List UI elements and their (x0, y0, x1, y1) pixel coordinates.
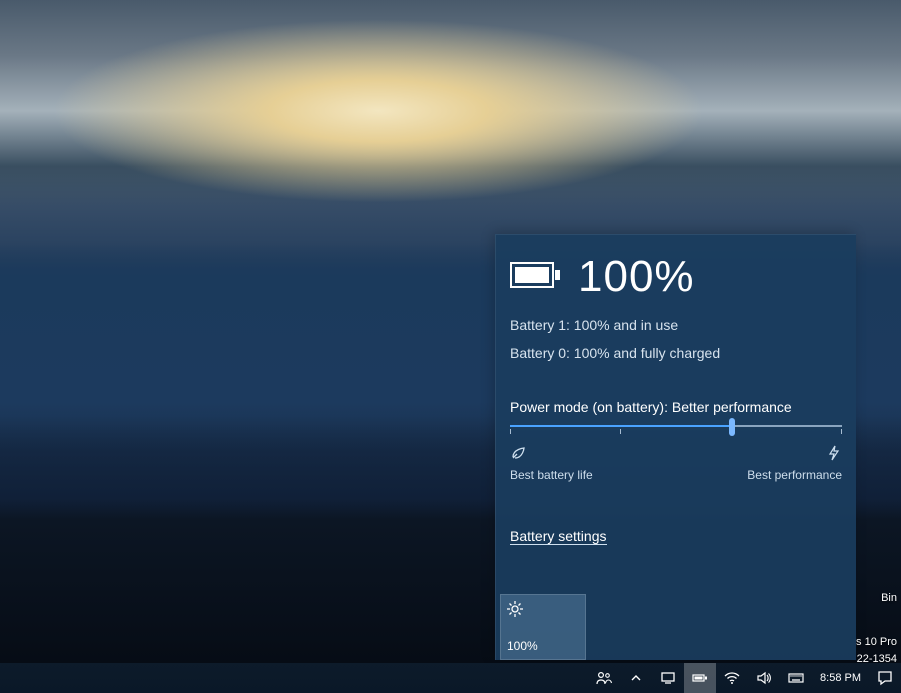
battery-tray-icon[interactable] (684, 663, 716, 693)
brightness-quick-tile[interactable]: 100% (500, 594, 586, 660)
recycle-bin-label-fragment: Bin (856, 590, 897, 608)
power-mode-prefix: Power mode (on battery): (510, 399, 672, 415)
brightness-value: 100% (507, 639, 579, 653)
lightning-icon (826, 445, 842, 464)
battery-0-status: Battery 0: 100% and fully charged (510, 345, 842, 361)
battery-settings-link[interactable]: Battery settings (510, 528, 607, 545)
brightness-icon (507, 601, 579, 620)
power-mode-value: Better performance (672, 399, 792, 415)
desktop-text-overflow: Bin s 10 Pro 22-1354 (856, 590, 897, 669)
input-mode-icon[interactable] (780, 663, 812, 693)
battery-flyout-panel: 100% Battery 1: 100% and in use Battery … (495, 234, 856, 660)
battery-header: 100% (510, 255, 842, 299)
tray-overflow-chevron-icon[interactable] (620, 663, 652, 693)
leaf-icon (510, 445, 593, 464)
people-icon[interactable] (588, 663, 620, 693)
taskbar-clock[interactable]: 8:58 PM (812, 663, 869, 693)
battery-full-icon (510, 259, 562, 296)
wifi-icon[interactable] (716, 663, 748, 693)
slider-left-label: Best battery life (510, 468, 593, 482)
power-mode-heading: Power mode (on battery): Better performa… (510, 399, 842, 415)
slider-right-end: Best performance (747, 445, 842, 482)
action-center-icon[interactable] (869, 663, 901, 693)
battery-1-status: Battery 1: 100% and in use (510, 317, 842, 333)
watermark-line-1: s 10 Pro (856, 634, 897, 652)
power-mode-slider[interactable] (510, 425, 842, 427)
slider-track (510, 425, 842, 427)
taskbar: 8:58 PM (0, 663, 901, 693)
system-tray (588, 663, 812, 693)
slider-thumb[interactable] (729, 418, 735, 436)
slider-ticks (510, 429, 842, 434)
slider-right-label: Best performance (747, 468, 842, 482)
volume-icon[interactable] (748, 663, 780, 693)
vm-host-icon[interactable] (652, 663, 684, 693)
slider-left-end: Best battery life (510, 445, 593, 482)
battery-overall-percent: 100% (578, 255, 695, 299)
